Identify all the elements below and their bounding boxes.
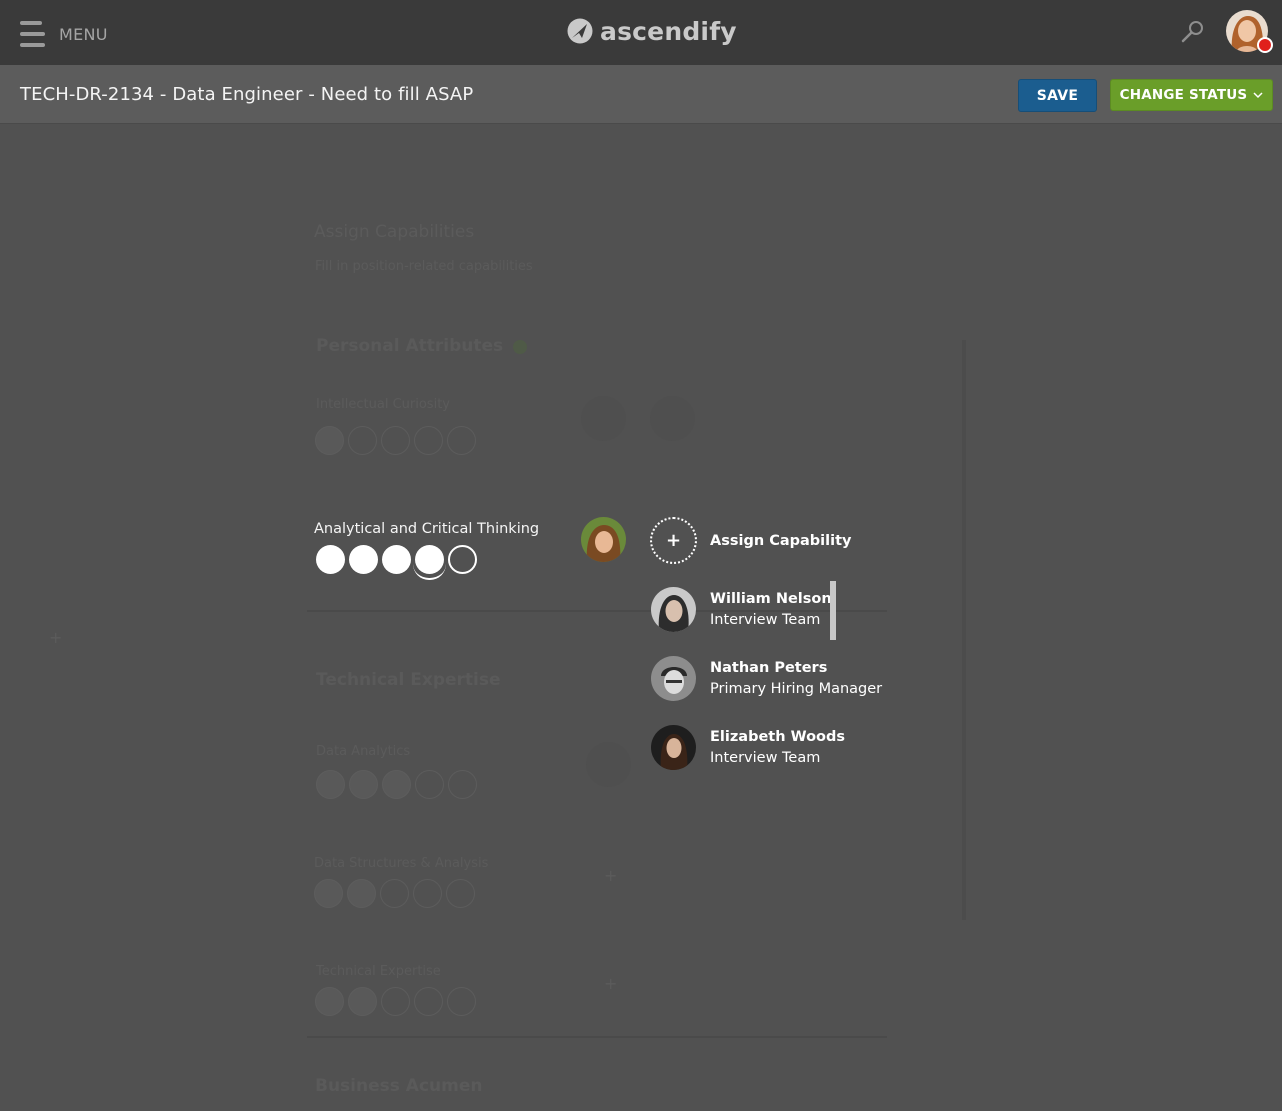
rating-dot xyxy=(381,987,410,1016)
top-navigation-bar: MENU ascendify xyxy=(0,0,1282,65)
chevron-down-icon xyxy=(1253,92,1263,99)
rating-dot xyxy=(414,987,443,1016)
page-title: TECH-DR-2134 - Data Engineer - Need to f… xyxy=(20,84,474,105)
change-status-button[interactable]: CHANGE STATUS xyxy=(1110,79,1273,111)
panel-divider xyxy=(962,340,966,920)
rating-dot-filled[interactable] xyxy=(316,545,345,574)
capability-label: Technical Expertise xyxy=(316,964,441,979)
rating-dot xyxy=(382,770,411,799)
rating-dot xyxy=(446,879,475,908)
rating-dot xyxy=(315,987,344,1016)
active-capability-label: Analytical and Critical Thinking xyxy=(314,521,540,537)
rating-dots xyxy=(314,879,479,908)
person-avatar xyxy=(651,656,696,701)
rating-dot-selected[interactable] xyxy=(413,545,446,580)
rating-dot xyxy=(414,426,443,455)
rating-dot xyxy=(347,879,376,908)
menu-icon[interactable] xyxy=(20,21,45,48)
rating-dot-filled[interactable] xyxy=(349,545,378,574)
rating-dot xyxy=(448,770,477,799)
add-icon: + xyxy=(604,866,618,885)
rating-dot xyxy=(314,879,343,908)
add-icon: + xyxy=(604,974,618,993)
rating-dot-filled[interactable] xyxy=(382,545,411,574)
change-status-label: CHANGE STATUS xyxy=(1119,87,1248,103)
rating-dot xyxy=(348,426,377,455)
rating-dot xyxy=(415,770,444,799)
dropdown-scrollbar[interactable] xyxy=(830,581,836,640)
person-role: Interview Team xyxy=(710,612,821,628)
logo-icon xyxy=(567,18,593,44)
rating-dot xyxy=(447,987,476,1016)
section-heading: Assign Capabilities xyxy=(314,222,475,242)
assign-capability-label[interactable]: Assign Capability xyxy=(710,533,851,549)
logo-text: ascendify xyxy=(600,16,737,46)
assignee-avatar xyxy=(586,742,631,787)
page-header: TECH-DR-2134 - Data Engineer - Need to f… xyxy=(0,65,1282,124)
capability-label: Intellectual Curiosity xyxy=(316,397,450,412)
rating-dots xyxy=(316,770,481,799)
assignee-avatar xyxy=(581,396,626,441)
group-title: Personal Attributes xyxy=(316,336,504,356)
rating-dot xyxy=(413,879,442,908)
rating-dot xyxy=(315,426,344,455)
search-icon[interactable] xyxy=(1180,19,1206,45)
rating-dot xyxy=(447,426,476,455)
rating-dot xyxy=(380,879,409,908)
person-role: Interview Team xyxy=(710,750,821,766)
capability-label: Data Structures & Analysis xyxy=(314,856,489,871)
notification-status-dot xyxy=(1257,37,1273,53)
person-avatar xyxy=(651,725,696,770)
person-role: Primary Hiring Manager xyxy=(710,681,883,697)
rating-dot-empty[interactable] xyxy=(448,545,477,574)
assignee-avatar[interactable] xyxy=(581,517,626,562)
rating-dot xyxy=(349,770,378,799)
person-avatar xyxy=(651,587,696,632)
add-icon: + xyxy=(49,628,63,647)
rating-dot xyxy=(381,426,410,455)
group-title: Business Acumen xyxy=(315,1076,483,1096)
rating-dots xyxy=(315,987,480,1016)
section-subheading: Fill in position-related capabilities xyxy=(315,259,533,274)
person-name: Nathan Peters xyxy=(710,660,828,676)
save-button[interactable]: SAVE xyxy=(1018,79,1097,112)
plus-icon: + xyxy=(665,530,682,551)
selection-ring xyxy=(413,564,446,580)
assign-capability-button[interactable]: + xyxy=(650,517,697,564)
capability-label: Data Analytics xyxy=(316,744,411,759)
rating-dot xyxy=(316,770,345,799)
person-name: William Nelson xyxy=(710,591,832,607)
group-title: Technical Expertise xyxy=(316,670,501,690)
rating-dot xyxy=(348,987,377,1016)
group-status-icon xyxy=(513,340,527,354)
rating-dots xyxy=(315,426,480,455)
assignee-avatar xyxy=(650,396,695,441)
ascendify-logo[interactable]: ascendify xyxy=(567,15,737,47)
active-rating-dots[interactable] xyxy=(316,545,481,580)
person-name: Elizabeth Woods xyxy=(710,729,845,745)
menu-label[interactable]: MENU xyxy=(59,25,108,44)
section-divider xyxy=(307,1036,887,1038)
